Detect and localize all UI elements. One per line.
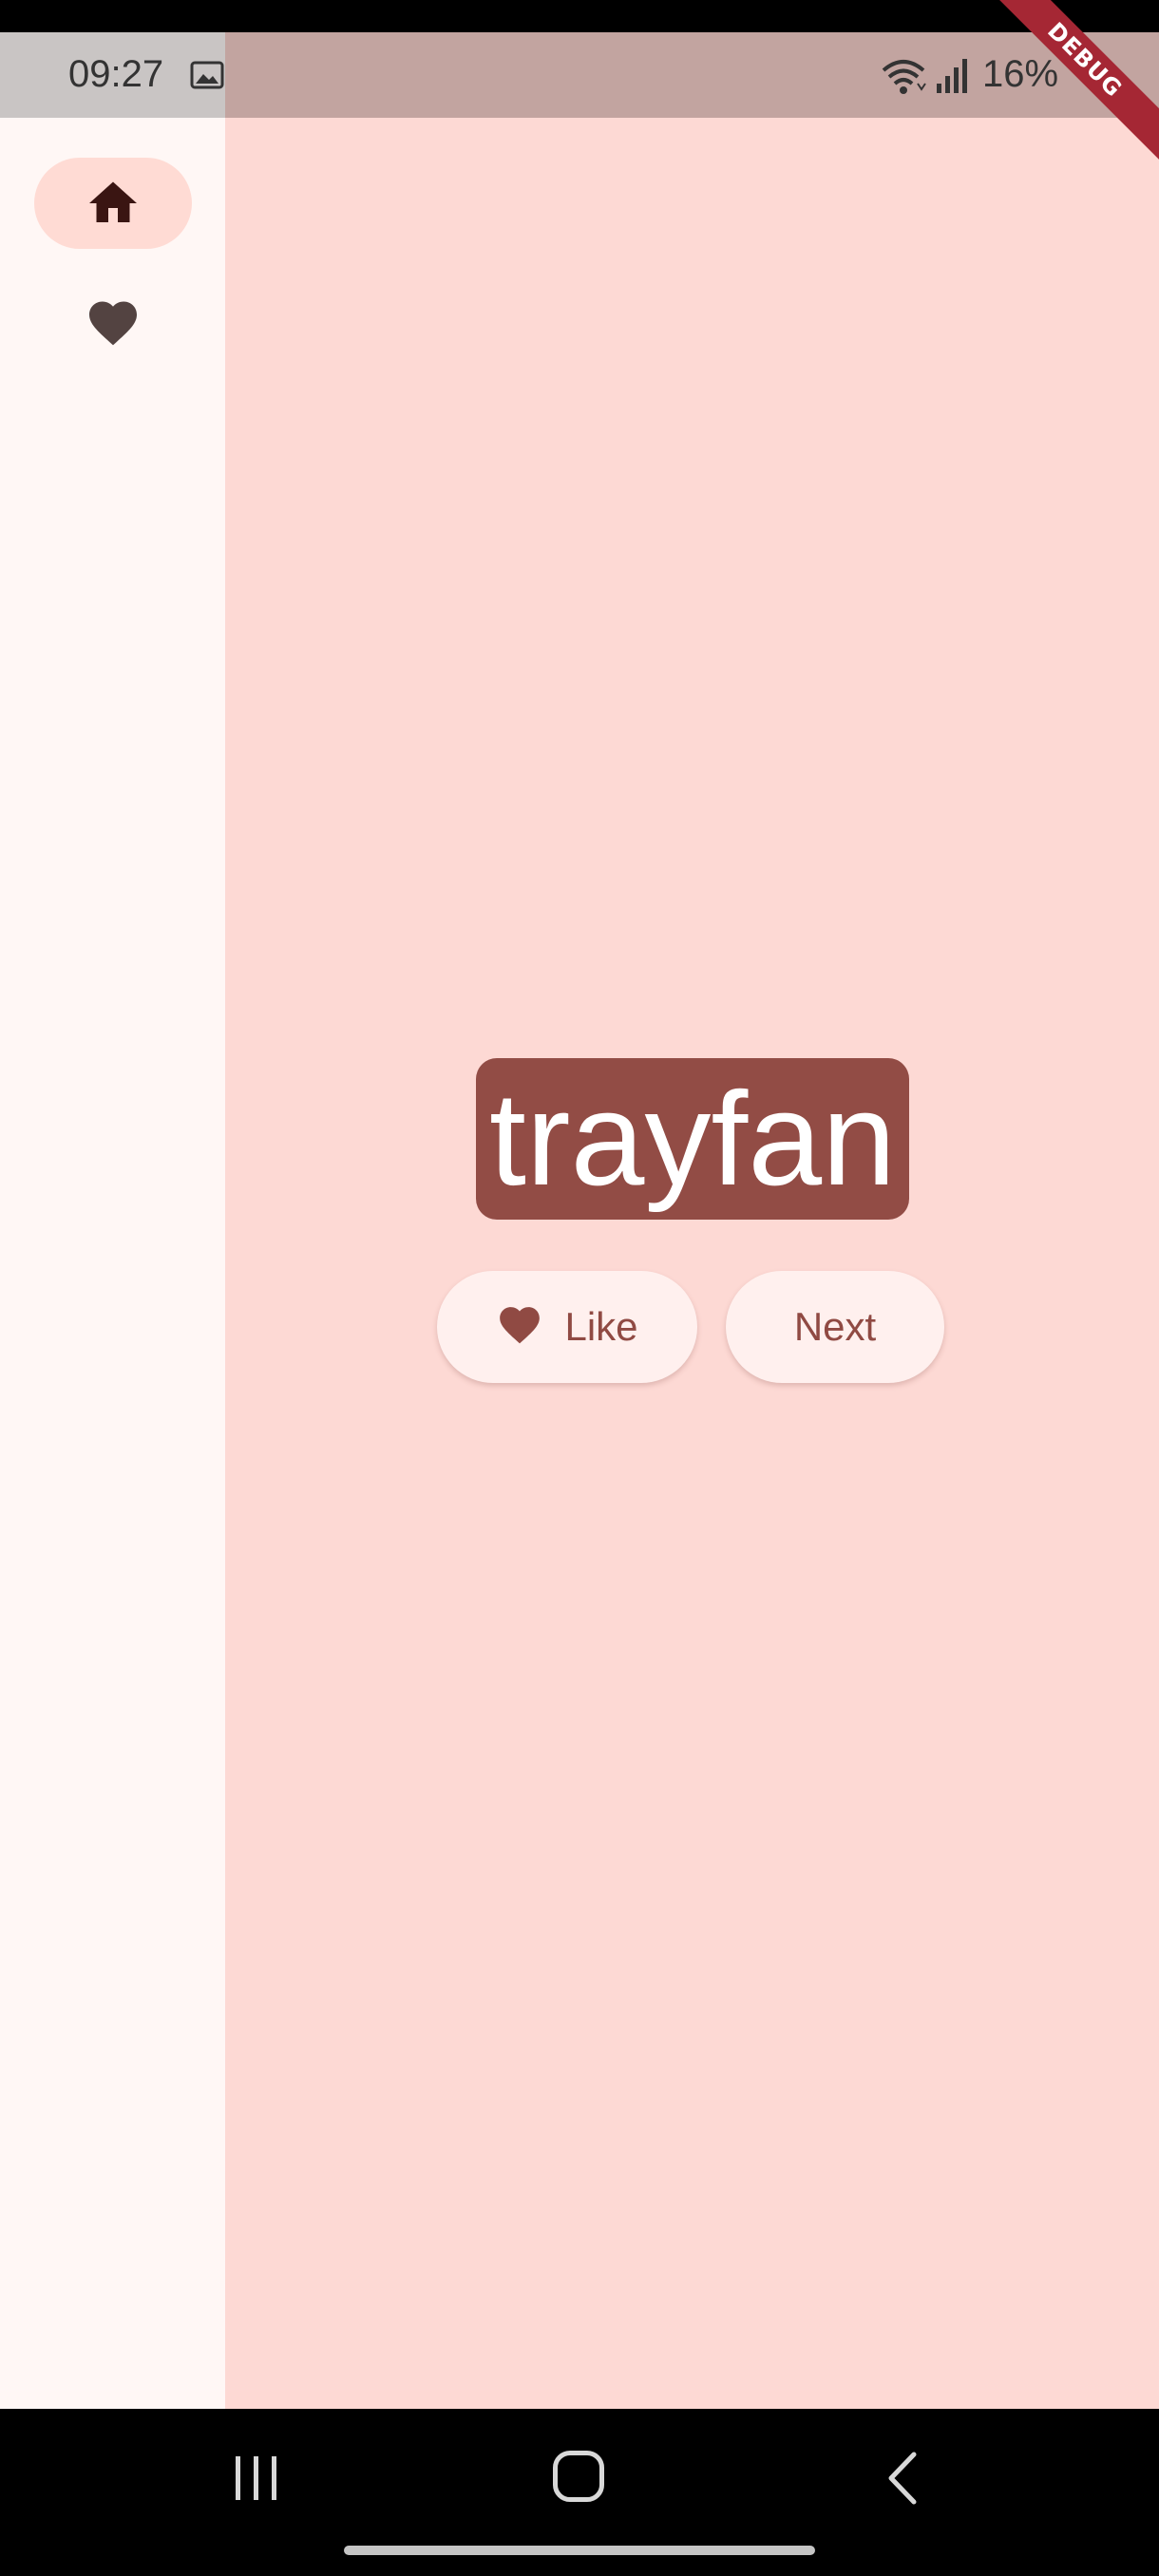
rail-item-favorites[interactable] (34, 277, 192, 369)
like-button[interactable]: Like (437, 1271, 697, 1383)
system-navigation-bar (0, 2409, 1159, 2576)
back-icon[interactable] (884, 2451, 922, 2506)
rail-item-home[interactable] (34, 158, 192, 249)
home-circle-icon[interactable] (553, 2451, 604, 2502)
main-content: trayfan Like Next (225, 118, 1159, 2409)
recents-icon[interactable] (232, 2454, 281, 2502)
status-time: 09:27 (68, 53, 164, 95)
signal-icon (937, 59, 967, 93)
battery-percentage: 16% (982, 53, 1059, 95)
gesture-handle[interactable] (344, 2546, 815, 2555)
gallery-icon (190, 61, 224, 89)
next-label: Next (793, 1304, 877, 1349)
wifi-icon (882, 60, 926, 94)
top-black-strip (0, 0, 1159, 32)
navigation-rail (0, 118, 225, 2409)
word-card: trayfan (476, 1058, 909, 1220)
status-bar: 09:27 16% (0, 32, 1159, 118)
app-screen: 09:27 16% DEBUG trayfan Like Next (0, 0, 1159, 2576)
like-label: Like (564, 1304, 638, 1349)
home-icon (89, 181, 137, 222)
next-button[interactable]: Next (726, 1271, 944, 1383)
heart-icon (500, 1307, 541, 1344)
heart-icon (89, 301, 137, 346)
